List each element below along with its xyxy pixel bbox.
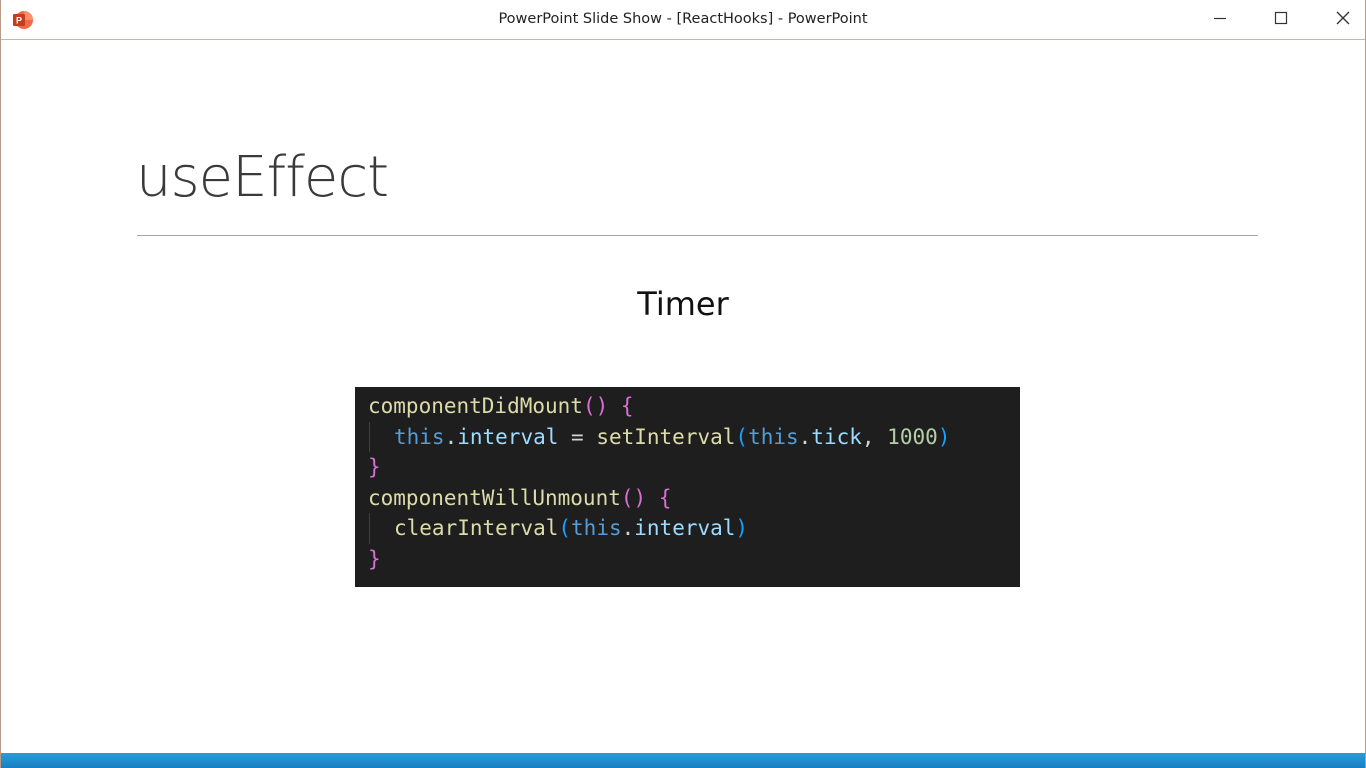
code-token: interval: [457, 424, 559, 449]
code-token: (: [558, 516, 572, 540]
code-token: this: [394, 424, 445, 449]
code-token: setInterval: [596, 424, 736, 449]
code-token: }: [368, 455, 381, 479]
maximize-icon: [1274, 11, 1288, 30]
code-token: tick: [811, 424, 862, 449]
slide-title: useEffect: [136, 145, 389, 210]
code-token: 1000: [887, 424, 938, 449]
minimize-icon: [1213, 11, 1227, 30]
close-icon: [1336, 11, 1350, 30]
code-token: {: [658, 485, 672, 510]
code-token: componentDidMount: [368, 394, 583, 418]
code-token: interval: [634, 516, 736, 540]
code-line-1: componentDidMount() {: [368, 391, 1020, 422]
code-line-2: this.interval = setInterval(this.tick, 1…: [368, 421, 1020, 453]
slide-subtitle: Timer: [637, 285, 729, 323]
code-token: .: [621, 516, 635, 540]
code-token: clearInterval: [394, 516, 559, 540]
powerpoint-slideshow-window: P PowerPoint Slide Show - [ReactHooks] -…: [0, 0, 1366, 768]
taskbar-strip: [1, 753, 1365, 768]
code-line-6: }: [368, 544, 1020, 575]
code-token: componentWillUnmount: [368, 485, 621, 510]
code-line-5: clearInterval(this.interval): [368, 513, 1020, 544]
code-line-4: componentWillUnmount() {: [368, 483, 1020, 514]
code-token: ): [937, 424, 951, 449]
code-token: (: [735, 424, 749, 449]
maximize-button[interactable]: [1258, 0, 1304, 40]
code-token: =: [558, 424, 597, 449]
window-title: PowerPoint Slide Show - [ReactHooks] - P…: [498, 11, 868, 27]
title-bar: P PowerPoint Slide Show - [ReactHooks] -…: [1, 0, 1365, 40]
code-line-3: }: [368, 452, 1020, 483]
code-token: this: [571, 516, 622, 540]
code-token: (): [620, 485, 647, 510]
title-divider: [137, 235, 1258, 236]
code-token: (): [582, 394, 609, 418]
code-token: .: [798, 424, 812, 449]
code-snippet: componentDidMount() { this.interval = se…: [355, 387, 1020, 587]
code-token: ,: [861, 424, 888, 449]
code-token: .: [444, 424, 458, 449]
minimize-button[interactable]: [1197, 0, 1243, 40]
code-token: ): [735, 516, 749, 540]
code-token: this: [748, 424, 799, 449]
close-button[interactable]: [1320, 0, 1366, 40]
code-token: {: [620, 394, 634, 418]
code-token: }: [368, 546, 381, 571]
